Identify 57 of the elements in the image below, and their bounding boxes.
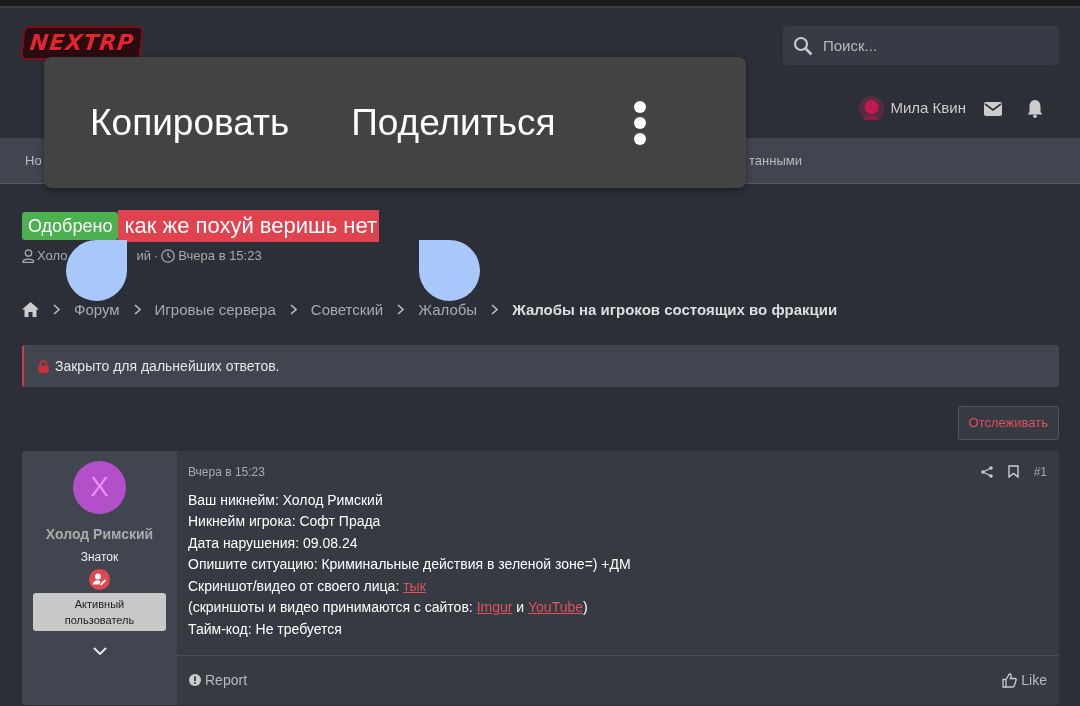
post-text-line: Скриншот/видео от своего лица: тык — [188, 576, 427, 596]
breadcrumb-link[interactable]: Советский — [310, 298, 384, 321]
search-field[interactable]: Поиск... — [783, 26, 1059, 65]
menu-action[interactable]: Поделиться — [351, 94, 556, 151]
like-link[interactable]: Like — [1002, 669, 1047, 691]
separator-dot: · — [153, 247, 159, 265]
post-text-line: Ваш никнейм: Холод Римский — [188, 490, 384, 510]
thread-title: как же похуй веришь нет — [118, 210, 379, 242]
role-icon — [89, 568, 110, 590]
status-label: Одобрено — [22, 212, 119, 240]
clock-icon — [161, 248, 176, 263]
post-text-line: Дата нарушения: 09.08.24 — [188, 533, 359, 553]
chevron-icon — [53, 304, 60, 316]
home-icon[interactable] — [22, 302, 39, 318]
author-name[interactable]: Холо — [37, 246, 68, 266]
user-name[interactable]: Мила Квин — [890, 97, 966, 120]
post-text-line: Опишите ситуацию: Криминальные действия в зеленой зоне=) +ДМ — [188, 555, 632, 574]
breadcrumb-link[interactable]: Игровые сервера — [154, 298, 276, 321]
post-text-line: Тайм-код: Не требуется — [188, 619, 343, 639]
bell-icon[interactable] — [1026, 99, 1044, 118]
chevron-down-icon[interactable] — [92, 646, 107, 656]
breadcrumb-link[interactable]: Форум — [74, 298, 120, 321]
watch-button[interactable]: Отслеживать — [957, 406, 1059, 440]
selection-handle[interactable] — [66, 240, 127, 302]
report-link[interactable]: Report — [189, 669, 248, 691]
notice-text: Закрыто для дальнейших ответов. — [55, 356, 280, 376]
more-icon[interactable] — [633, 100, 646, 145]
nav-tab[interactable]: Но — [25, 150, 42, 171]
post-link[interactable]: тык — [403, 577, 426, 594]
chevron-icon — [491, 304, 499, 316]
user-icon — [22, 248, 34, 263]
mail-icon[interactable] — [984, 101, 1002, 116]
selection-handle[interactable] — [419, 240, 480, 302]
menu-action[interactable]: Копировать — [90, 94, 290, 151]
lock-icon — [38, 359, 49, 373]
post-number[interactable]: #1 — [1033, 462, 1047, 481]
post-text-line: Никнейм игрока: Софт Прада — [188, 512, 382, 531]
chevron-icon — [289, 304, 297, 316]
breadcrumb-link[interactable]: Жалобы на игроков состоящих во фракции — [512, 298, 838, 321]
site-logo[interactable]: NEXTRP — [20, 26, 145, 60]
user-title: Знаток — [80, 548, 119, 566]
post-text-line: (скриншоты и видео принимаются с сайтов: Imgur и YouTube) — [188, 598, 589, 617]
bookmark-icon[interactable] — [1007, 465, 1019, 478]
alert-icon — [189, 674, 201, 686]
author-name[interactable]: Холод Римский — [45, 523, 154, 545]
chevron-icon — [397, 304, 405, 316]
user-banner: Активный пользователь — [33, 592, 166, 631]
post-link[interactable]: YouTube — [528, 599, 584, 615]
share-icon[interactable] — [980, 465, 993, 478]
thread-date[interactable]: Вчера в 15:23 — [178, 246, 262, 266]
chevron-icon — [133, 304, 141, 316]
post-link[interactable]: Imgur — [476, 599, 513, 615]
nav-tab[interactable]: танными — [749, 150, 802, 171]
author-name[interactable]: ий — [136, 246, 151, 266]
breadcrumb-link[interactable]: Жалобы — [418, 298, 478, 321]
post-date[interactable]: Вчера в 15:23 — [188, 462, 265, 481]
thumbs-up-icon — [1002, 672, 1018, 688]
